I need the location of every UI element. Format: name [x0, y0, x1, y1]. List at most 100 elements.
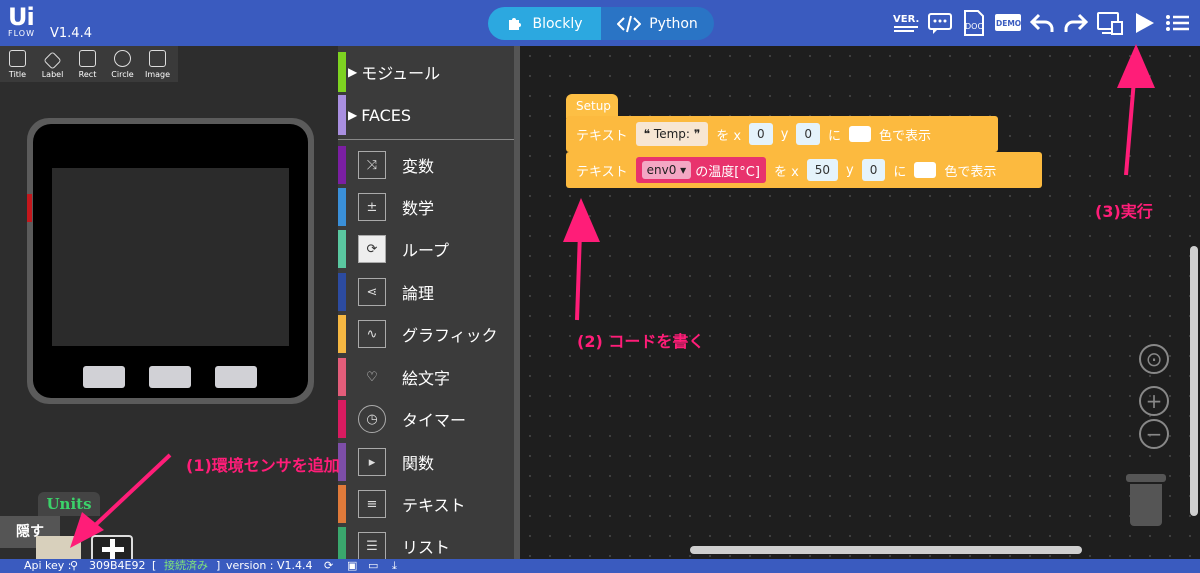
list-icon: ☰: [358, 532, 386, 559]
toolbar-icons: VER. DOC DEMO: [892, 6, 1192, 40]
undo-icon[interactable]: [1028, 6, 1056, 40]
recenter-icon[interactable]: ⊙: [1139, 344, 1169, 374]
m5stack-device: [27, 118, 314, 404]
tool-rect[interactable]: Rect: [70, 46, 105, 82]
menu-icon[interactable]: [1164, 6, 1192, 40]
category-math[interactable]: ± 数学: [338, 188, 516, 226]
emulator-panel: Title Label Rect Circle Image Units 隠す: [0, 46, 338, 559]
device-led: [27, 194, 32, 222]
tool-circle[interactable]: Circle: [105, 46, 140, 82]
x-input[interactable]: 0: [749, 123, 773, 145]
y-input[interactable]: 0: [796, 123, 821, 145]
svg-text:DOC: DOC: [965, 22, 983, 31]
annotation-step2: (2) コードを書く: [577, 332, 705, 351]
category-functions[interactable]: ▸ 関数: [338, 443, 516, 481]
status-bar: Api key : ⚲ 309B4E92 [ 接続済み ] version : …: [0, 559, 1200, 573]
category-emoji[interactable]: ♡ 絵文字: [338, 358, 516, 396]
version-icon[interactable]: VER.: [892, 6, 920, 40]
graph-icon: ∿: [358, 320, 386, 348]
block-label: 色で表示: [944, 164, 997, 180]
workspace-vertical-scrollbar[interactable]: [1190, 246, 1198, 516]
api-key-label: Api key :: [24, 559, 72, 572]
title-icon: [9, 50, 26, 67]
zoom-in-icon[interactable]: +: [1139, 386, 1169, 416]
folder-icon[interactable]: ▭: [368, 559, 378, 573]
category-text[interactable]: ≡ テキスト: [338, 485, 516, 523]
sensor-input[interactable]: env0 ▾ の温度[°C]: [635, 157, 766, 183]
demo-icon[interactable]: DEMO: [994, 6, 1022, 40]
category-divider: [338, 139, 516, 140]
sensor-dropdown[interactable]: env0 ▾: [641, 161, 692, 179]
device-button-b[interactable]: [149, 366, 191, 388]
loop-icon: ⟳: [358, 235, 386, 263]
connection-status: 接続済み: [164, 559, 208, 572]
run-icon[interactable]: [1130, 6, 1158, 40]
block-label: に: [828, 128, 842, 144]
block-categories: ▶ モジュール ▶ FACES ⤨ 変数 ± 数学 ⟳ ループ ⋖ 論理 ∿ グ…: [338, 46, 518, 559]
message-icon[interactable]: [926, 6, 954, 40]
function-icon: ▸: [358, 448, 386, 476]
tool-label[interactable]: Label: [35, 46, 70, 82]
category-graphics[interactable]: ∿ グラフィック: [338, 315, 516, 353]
block-label: を x: [716, 128, 742, 144]
block-label: を x: [773, 164, 799, 180]
rect-icon: [79, 50, 96, 67]
category-variables[interactable]: ⤨ 変数: [338, 146, 516, 184]
code-icon: [617, 15, 642, 32]
download-icon[interactable]: ⤓: [392, 559, 397, 573]
color-picker[interactable]: [914, 162, 937, 178]
block-label: に: [893, 164, 907, 180]
python-mode-button[interactable]: Python: [601, 7, 714, 40]
emoji-icon: ♡: [366, 369, 378, 385]
setup-block[interactable]: Setup: [566, 94, 618, 118]
block-label: y: [780, 126, 789, 142]
x-input[interactable]: 50: [806, 159, 839, 181]
svg-text:DEMO: DEMO: [996, 19, 1021, 28]
text-block-temp[interactable]: テキスト ❝ Temp: ❞ を x 0 y 0 に 色で表示: [566, 116, 998, 152]
top-bar: Ui FLOW V1.4.4 Blockly Python VER. DOC D…: [0, 0, 1200, 46]
units-tab[interactable]: Units: [38, 492, 100, 516]
tool-title[interactable]: Title: [0, 46, 35, 82]
logic-icon: ⋖: [358, 278, 386, 306]
block-label: テキスト: [576, 128, 628, 144]
device-button-c[interactable]: [215, 366, 257, 388]
puzzle-icon: [509, 17, 522, 30]
string-input[interactable]: ❝ Temp: ❞: [635, 122, 709, 146]
category-list[interactable]: ☰ リスト: [338, 527, 516, 559]
device-icon[interactable]: [1096, 6, 1124, 40]
zoom-out-icon[interactable]: −: [1139, 419, 1169, 449]
category-logic[interactable]: ⋖ 論理: [338, 273, 516, 311]
device-screen[interactable]: [52, 168, 289, 346]
category-faces[interactable]: ▶ FACES: [338, 95, 516, 135]
timer-icon: ◷: [358, 405, 386, 433]
block-label: y: [846, 162, 854, 178]
mode-toggle: Blockly Python: [488, 7, 714, 40]
add-unit-button[interactable]: [91, 535, 133, 559]
blockly-label: Blockly: [532, 15, 583, 32]
refresh-icon[interactable]: ⟳: [324, 559, 333, 573]
workspace-horizontal-scrollbar[interactable]: [690, 546, 1082, 554]
logo-text: Ui: [8, 3, 35, 31]
y-input[interactable]: 0: [861, 159, 886, 181]
expand-triangle-icon: ▶: [348, 65, 358, 79]
doc-icon[interactable]: DOC: [960, 6, 988, 40]
save-icon[interactable]: ▣: [347, 559, 357, 573]
tool-image[interactable]: Image: [140, 46, 175, 82]
ui-tools: Title Label Rect Circle Image: [0, 46, 178, 82]
category-modules[interactable]: ▶ モジュール: [338, 52, 516, 92]
annotation-step3: (3)実行: [1095, 202, 1153, 221]
device-button-a[interactable]: [83, 366, 125, 388]
category-timer[interactable]: ◷ タイマー: [338, 400, 516, 438]
uiflow-logo: Ui FLOW: [8, 5, 44, 41]
logo-subtext: FLOW: [8, 29, 35, 38]
trash-icon[interactable]: [1126, 474, 1166, 526]
math-icon: ±: [358, 193, 386, 221]
redo-icon[interactable]: [1062, 6, 1090, 40]
blockly-mode-button[interactable]: Blockly: [488, 7, 601, 40]
category-loop[interactable]: ⟳ ループ: [338, 230, 516, 268]
api-key-value: 309B4E92: [89, 559, 146, 572]
svg-text:VER.: VER.: [893, 14, 919, 25]
text-block-env[interactable]: テキスト env0 ▾ の温度[°C] を x 50 y 0 に 色で表示: [566, 152, 1042, 188]
color-picker[interactable]: [849, 126, 872, 142]
env-unit-thumbnail[interactable]: [36, 536, 81, 559]
